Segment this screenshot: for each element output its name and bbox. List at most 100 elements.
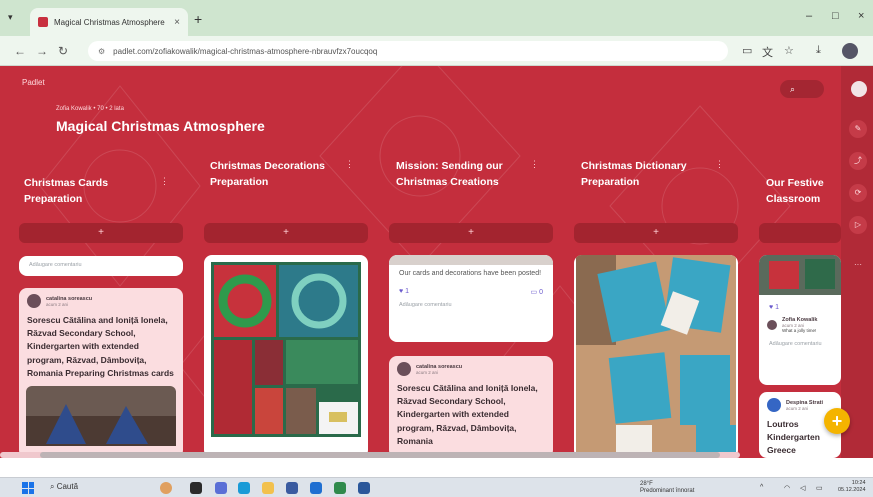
add-post-button[interactable]: + [204, 223, 368, 243]
author-name: catalina soreascu [46, 295, 93, 302]
word-icon[interactable] [358, 482, 370, 494]
bookmark-star-icon[interactable]: ☆ [784, 44, 794, 57]
new-tab-button[interactable]: + [194, 11, 202, 27]
remake-icon[interactable]: ⟳ [849, 184, 867, 202]
add-post-fab[interactable]: + [824, 408, 850, 434]
post-card[interactable]: ♥ 1 Zofia Kowalik acum 2 ani What a joll… [759, 255, 841, 385]
clock-time: 10:24 [851, 480, 866, 486]
author-name: catalina soreascu [416, 363, 463, 370]
add-post-button[interactable]: + [574, 223, 738, 243]
post-card[interactable]: Our cards and decorations have been post… [389, 255, 553, 342]
tab-close-icon[interactable]: × [174, 17, 180, 28]
download-icon[interactable]: ⤓ [816, 44, 821, 57]
column-more-icon[interactable]: ⋮ [160, 176, 169, 187]
like-button[interactable]: ♥ 1 [399, 288, 409, 296]
column-title-decorations[interactable]: Christmas Decorations Preparation [210, 159, 330, 191]
edge-icon[interactable] [238, 482, 250, 494]
user-avatar[interactable] [851, 81, 867, 97]
add-post-button[interactable] [759, 223, 841, 243]
store-icon[interactable] [286, 482, 298, 494]
screen-cast-icon[interactable]: ▭ [742, 44, 752, 57]
weather-widget[interactable]: 28°F Predominant înnorat [640, 481, 694, 495]
reload-icon[interactable]: ↻ [58, 44, 68, 58]
post-author: catalina soreascu acum 2 ani [389, 356, 553, 378]
tab-title: Magical Christmas Atmosphere [54, 17, 165, 27]
dictionary-photo-image[interactable] [576, 255, 736, 458]
scrollbar-thumb[interactable] [40, 452, 720, 458]
tray-chevron-icon[interactable]: ^ [760, 484, 763, 491]
comment-input[interactable]: Adăugare comentariu [19, 256, 183, 276]
add-post-button[interactable]: + [19, 223, 183, 243]
url-field[interactable]: ⚙ padlet.com/zofiakowalik/magical-christ… [88, 41, 728, 61]
like-button[interactable]: ♥ 1 [769, 304, 779, 311]
post-image[interactable] [26, 385, 176, 446]
like-count: 1 [405, 287, 410, 295]
page-title: Magical Christmas Atmosphere [56, 118, 265, 134]
task-view-icon[interactable] [190, 482, 202, 494]
volume-icon[interactable]: ◁ [800, 484, 805, 492]
avatar [397, 362, 411, 376]
url-text: padlet.com/zofiakowalik/magical-christma… [113, 46, 378, 56]
back-icon[interactable]: ← [14, 44, 26, 58]
taskbar: ⌕ Caută 28°F Predominant înnorat ^ ◠ ◁ ▭… [0, 477, 873, 497]
comment-placeholder[interactable]: Adăugare comentariu [759, 335, 841, 353]
post-author: catalina soreascu acum 2 ani [19, 288, 183, 310]
classroom-photo-image[interactable] [759, 255, 841, 295]
profile-avatar[interactable] [842, 43, 858, 59]
forward-icon[interactable]: → [36, 44, 48, 58]
comment-author: Zofia Kowalik acum 2 ani What a jolly ti… [759, 315, 841, 335]
post-time: acum 2 ani [416, 369, 439, 375]
post-image [389, 255, 553, 265]
reactions-row: ♥ 1 [759, 300, 841, 315]
post-time: acum 2 ani [46, 301, 69, 307]
battery-icon[interactable]: ▭ [816, 484, 823, 492]
post-card[interactable] [204, 255, 368, 458]
wifi-icon[interactable]: ◠ [784, 484, 790, 492]
site-info-icon[interactable]: ⚙ [98, 47, 105, 56]
padlet-board: Padlet Zofia Kowalik • 70 • 2 lata Magic… [0, 66, 873, 458]
person-icon[interactable] [160, 482, 172, 494]
clock[interactable]: 10:24 05.12.2024 [838, 480, 866, 494]
add-post-button[interactable]: + [389, 223, 553, 243]
column-more-icon[interactable]: ⋮ [530, 159, 539, 170]
board-meta: Zofia Kowalik • 70 • 2 lata [56, 106, 124, 112]
maximize-button[interactable]: □ [832, 10, 839, 22]
chrome-icon[interactable] [334, 482, 346, 494]
padlet-favicon-icon [38, 17, 48, 27]
comment-placeholder[interactable]: Adăugare comentariu [389, 300, 553, 314]
tab-list-icon[interactable]: ▾ [8, 12, 13, 23]
horizontal-scrollbar[interactable] [0, 452, 740, 458]
search-button[interactable]: ⌕ [780, 80, 824, 98]
windows-start-icon[interactable] [22, 482, 34, 494]
file-explorer-icon[interactable] [262, 482, 274, 494]
column-more-icon[interactable]: ⋮ [345, 159, 354, 170]
post-card[interactable]: catalina soreascu acum 2 ani Sorescu Căt… [19, 288, 183, 458]
slideshow-icon[interactable]: ▷ [849, 216, 867, 234]
avatar [27, 294, 41, 308]
column-title-dictionary[interactable]: Christmas Dictionary Preparation [581, 159, 701, 191]
post-card[interactable]: catalina soreascu acum 2 ani Sorescu Căt… [389, 356, 553, 458]
minimize-button[interactable]: – [806, 10, 812, 22]
browser-tab[interactable]: Magical Christmas Atmosphere × [30, 8, 188, 36]
padlet-brand[interactable]: Padlet [22, 78, 45, 87]
share-icon[interactable]: ⤴ [849, 152, 867, 170]
column-more-icon[interactable]: ⋮ [715, 159, 724, 170]
post-card[interactable] [574, 255, 738, 458]
close-button[interactable]: × [858, 10, 864, 22]
teams-icon[interactable] [215, 482, 227, 494]
more-options-icon[interactable]: ··· [849, 256, 867, 274]
taskbar-search[interactable]: ⌕ Caută [50, 482, 78, 492]
decorations-collage-image[interactable] [211, 262, 361, 437]
search-icon: ⌕ [790, 84, 796, 94]
edit-icon[interactable]: ✎ [849, 120, 867, 138]
comment-placeholder: Adăugare comentariu [29, 262, 82, 268]
post-text: Our cards and decorations have been post… [399, 270, 542, 277]
like-count: 1 [775, 304, 780, 311]
mail-icon[interactable] [310, 482, 322, 494]
translate-icon[interactable]: 文 [762, 44, 773, 60]
column-title-classroom[interactable]: Our Festive Classroom [766, 176, 841, 208]
reactions-row: ♥ 1 ▭ 0 [389, 284, 553, 300]
column-title-mission[interactable]: Mission: Sending our Christmas Creations [396, 159, 516, 191]
column-title-cards[interactable]: Christmas Cards Preparation [24, 176, 164, 208]
comment-button[interactable]: ▭ 0 [531, 288, 543, 296]
